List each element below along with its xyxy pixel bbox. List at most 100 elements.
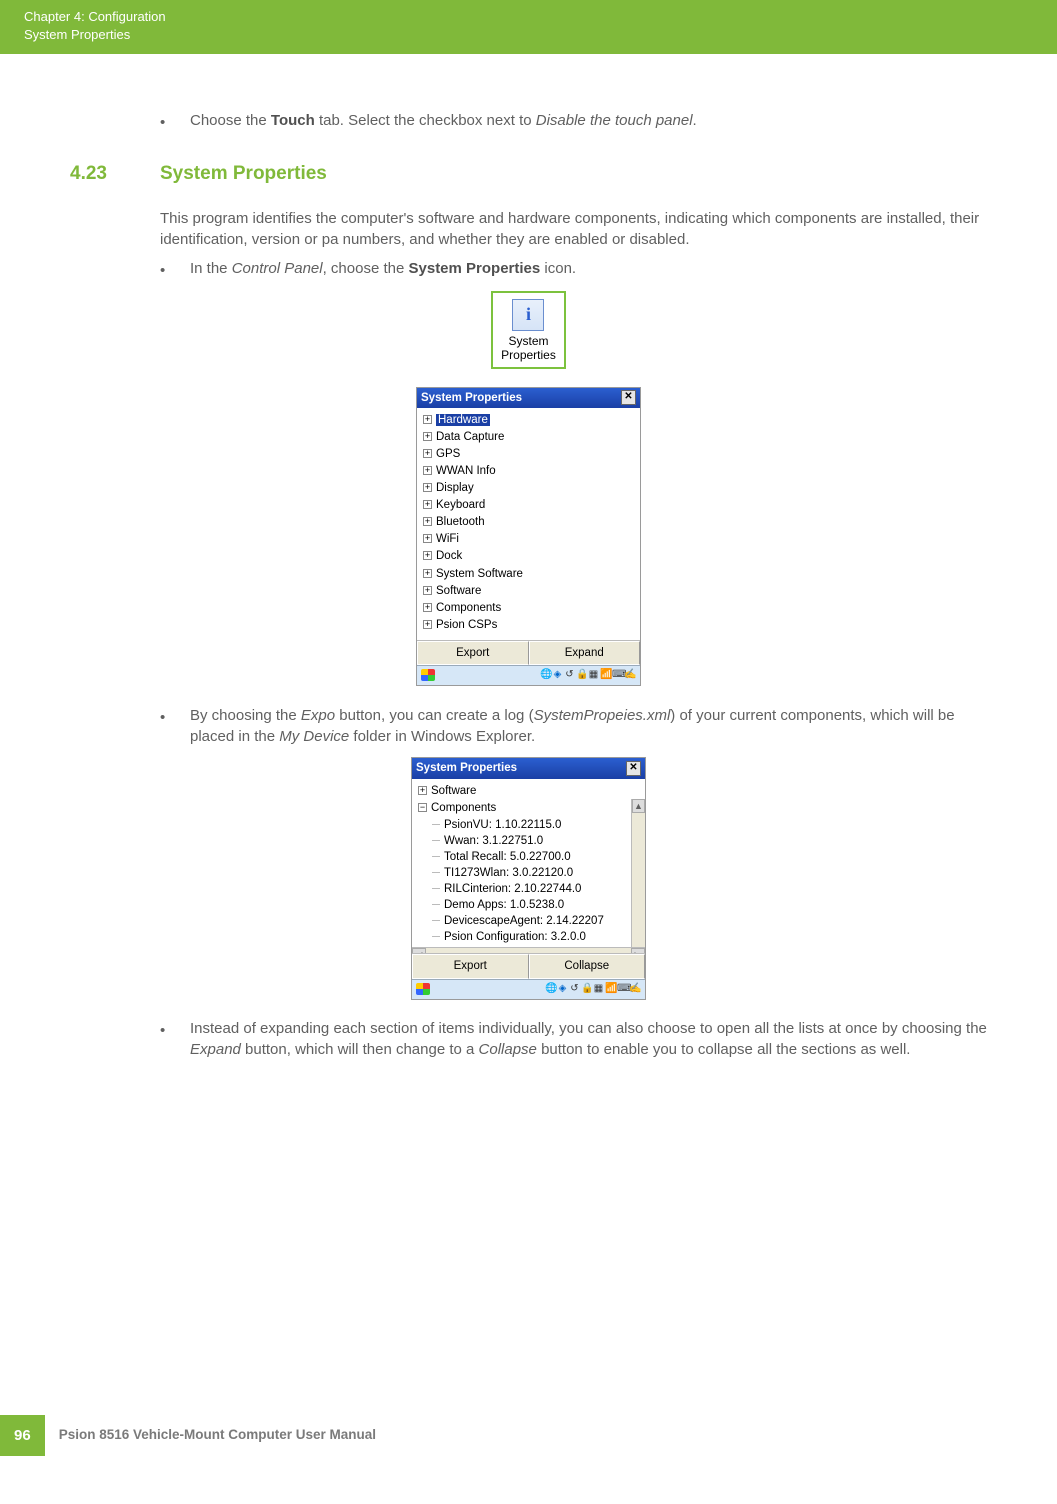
page-content: • Choose the Touch tab. Select the check… xyxy=(0,54,1057,1059)
system-tray[interactable]: 🌐◈↺🔒▦📶⌨✍ xyxy=(545,982,641,996)
tree-child[interactable]: PsionVU: 1.10.22115.0 xyxy=(418,817,629,833)
tree-item[interactable]: +Bluetooth xyxy=(423,514,634,531)
section-heading: 4.23 System Properties xyxy=(70,161,987,188)
expand-icon[interactable]: + xyxy=(423,551,432,560)
tree-child[interactable]: RILCinterion: 2.10.22744.0 xyxy=(418,881,629,897)
button-row: Export Expand xyxy=(417,640,640,665)
tree-label: Components xyxy=(431,802,496,814)
tree-item[interactable]: + Psion CSPs xyxy=(423,617,634,634)
window-title: System Properties xyxy=(421,390,522,406)
bluetooth-icon[interactable]: ◈ xyxy=(552,668,564,682)
globe-icon[interactable]: 🌐 xyxy=(545,982,557,996)
tree-label: Psion CSPs xyxy=(436,619,497,631)
tree-item[interactable]: + Data Capture xyxy=(423,429,634,446)
tree-label: Software xyxy=(431,785,476,797)
text-bold: System Properties xyxy=(409,260,541,277)
tree-item[interactable]: + WWAN Info xyxy=(423,463,634,480)
expand-icon[interactable]: + xyxy=(418,786,427,795)
tree-item[interactable]: +System Software xyxy=(423,566,634,583)
expand-icon[interactable]: + xyxy=(423,449,432,458)
keyboard-icon[interactable]: ⌨ xyxy=(617,982,629,996)
start-icon[interactable] xyxy=(421,669,435,681)
expand-icon[interactable]: + xyxy=(423,534,432,543)
network-icon[interactable]: ▦ xyxy=(593,982,605,996)
tree-item-software[interactable]: + Software xyxy=(418,783,629,800)
tree-child[interactable]: TI1273Wlan: 3.0.22120.0 xyxy=(418,865,629,881)
figure-icon: i System Properties xyxy=(70,291,987,369)
tree-child[interactable]: DevicescapeAgent: 2.14.22207 xyxy=(418,913,629,929)
text-italic: Expand xyxy=(190,1041,241,1058)
tree-item[interactable]: +Dock xyxy=(423,548,634,565)
tree-child[interactable]: Psion Configuration: 3.2.0.0 xyxy=(418,929,629,945)
info-icon: i xyxy=(512,299,544,331)
tree-item-hardware[interactable]: +Hardware xyxy=(423,412,634,429)
sync-icon[interactable]: ↺ xyxy=(564,668,576,682)
close-icon[interactable]: ✕ xyxy=(626,761,641,776)
expand-icon[interactable]: + xyxy=(423,466,432,475)
system-properties-icon-block[interactable]: i System Properties xyxy=(491,291,566,369)
tree-item-components[interactable]: −Components xyxy=(418,800,629,817)
text-frag: In the xyxy=(190,260,232,277)
lock-icon[interactable]: 🔒 xyxy=(576,668,588,682)
tree-child[interactable]: Total Recall: 5.0.22700.0 xyxy=(418,849,629,865)
close-icon[interactable]: ✕ xyxy=(621,390,636,405)
system-tray[interactable]: 🌐◈↺🔒▦📶⌨✍ xyxy=(540,668,636,682)
tree-item[interactable]: +Components xyxy=(423,600,634,617)
scroll-up-icon[interactable]: ▲ xyxy=(632,799,645,813)
expand-button[interactable]: Expand xyxy=(529,641,641,665)
network-icon[interactable]: ▦ xyxy=(588,668,600,682)
signal-icon[interactable]: 📶 xyxy=(600,668,612,682)
tree-item[interactable]: +WiFi xyxy=(423,531,634,548)
text-frag: tab. Select the checkbox next to xyxy=(315,112,536,129)
bluetooth-icon[interactable]: ◈ xyxy=(557,982,569,996)
expand-icon[interactable]: + xyxy=(423,517,432,526)
export-button[interactable]: Export xyxy=(412,954,529,978)
bullet-text: Instead of expanding each section of ite… xyxy=(190,1018,987,1060)
icon-label-line: Properties xyxy=(501,348,556,362)
signal-icon[interactable]: 📶 xyxy=(605,982,617,996)
expand-icon[interactable]: + xyxy=(423,586,432,595)
expand-icon[interactable]: + xyxy=(423,483,432,492)
bullet-text: By choosing the Expo button, you can cre… xyxy=(190,705,987,747)
tree-item[interactable]: +Keyboard xyxy=(423,497,634,514)
window-titlebar: System Properties ✕ xyxy=(417,388,640,408)
text-frag: . xyxy=(693,112,697,129)
tree-view[interactable]: +Hardware +Data Capture +GPS +WWAN Info … xyxy=(417,408,640,640)
sync-icon[interactable]: ↺ xyxy=(569,982,581,996)
text-frag: By choosing the xyxy=(190,707,301,724)
icon-label-line: System xyxy=(508,334,548,348)
tree-item[interactable]: +Display xyxy=(423,480,634,497)
taskbar[interactable]: 🌐◈↺🔒▦📶⌨✍ xyxy=(412,979,645,999)
expand-icon[interactable]: + xyxy=(423,620,432,629)
tree-label: WWAN Info xyxy=(436,465,496,477)
text-italic: SystemPropeies.xml xyxy=(534,707,671,724)
expand-icon[interactable]: + xyxy=(423,603,432,612)
expand-icon[interactable]: + xyxy=(423,432,432,441)
expand-icon[interactable]: + xyxy=(423,569,432,578)
section-title: System Properties xyxy=(160,161,327,188)
tree-child[interactable]: Demo Apps: 1.0.5238.0 xyxy=(418,897,629,913)
keyboard-icon[interactable]: ⌨ xyxy=(612,668,624,682)
sip-icon[interactable]: ✍ xyxy=(629,982,641,996)
bullet-expand: • Instead of expanding each section of i… xyxy=(160,1018,987,1060)
tree-child[interactable]: Wwan: 3.1.22751.0 xyxy=(418,833,629,849)
collapse-icon[interactable]: − xyxy=(418,803,427,812)
lock-icon[interactable]: 🔒 xyxy=(581,982,593,996)
expand-icon[interactable]: + xyxy=(423,415,432,424)
start-icon[interactable] xyxy=(416,983,430,995)
export-button[interactable]: Export xyxy=(417,641,529,665)
sip-icon[interactable]: ✍ xyxy=(624,668,636,682)
tree-item[interactable]: +Software xyxy=(423,583,634,600)
globe-icon[interactable]: 🌐 xyxy=(540,668,552,682)
vertical-scrollbar[interactable]: ▲ ▼ xyxy=(631,799,645,961)
tree-view[interactable]: + Software −Components PsionVU: 1.10.2211… xyxy=(412,779,645,947)
tree-label: GPS xyxy=(436,448,460,460)
expand-icon[interactable]: + xyxy=(423,500,432,509)
collapse-button[interactable]: Collapse xyxy=(529,954,646,978)
tree-label: Data Capture xyxy=(436,431,504,443)
window-titlebar: System Properties ✕ xyxy=(412,758,645,778)
bullet-controlpanel: • In the Control Panel, choose the Syste… xyxy=(160,258,987,281)
page-header: Chapter 4: Configuration System Properti… xyxy=(0,0,1057,54)
taskbar[interactable]: 🌐◈↺🔒▦📶⌨✍ xyxy=(417,665,640,685)
tree-item[interactable]: + GPS xyxy=(423,446,634,463)
